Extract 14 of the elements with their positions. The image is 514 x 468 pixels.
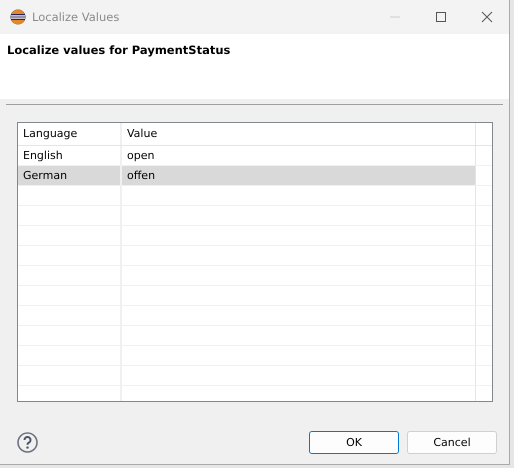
- dialog-button[interactable]: Cancel: [407, 431, 497, 454]
- column-header[interactable]: Value: [122, 123, 476, 145]
- close-icon[interactable]: [481, 11, 493, 23]
- column-header[interactable]: Language: [18, 123, 122, 145]
- window-title: Localize Values: [32, 10, 120, 24]
- table-cell: open: [122, 146, 476, 165]
- app-logo-icon: [10, 9, 26, 25]
- table-cell: German: [18, 166, 122, 185]
- dialog-button[interactable]: OK: [309, 431, 399, 454]
- table-cell: offen: [122, 166, 476, 185]
- maximize-icon[interactable]: [435, 11, 447, 23]
- help-icon[interactable]: [17, 432, 38, 453]
- table-row[interactable]: German offen: [18, 166, 476, 185]
- dialog-heading: Localize values for PaymentStatus: [7, 43, 230, 57]
